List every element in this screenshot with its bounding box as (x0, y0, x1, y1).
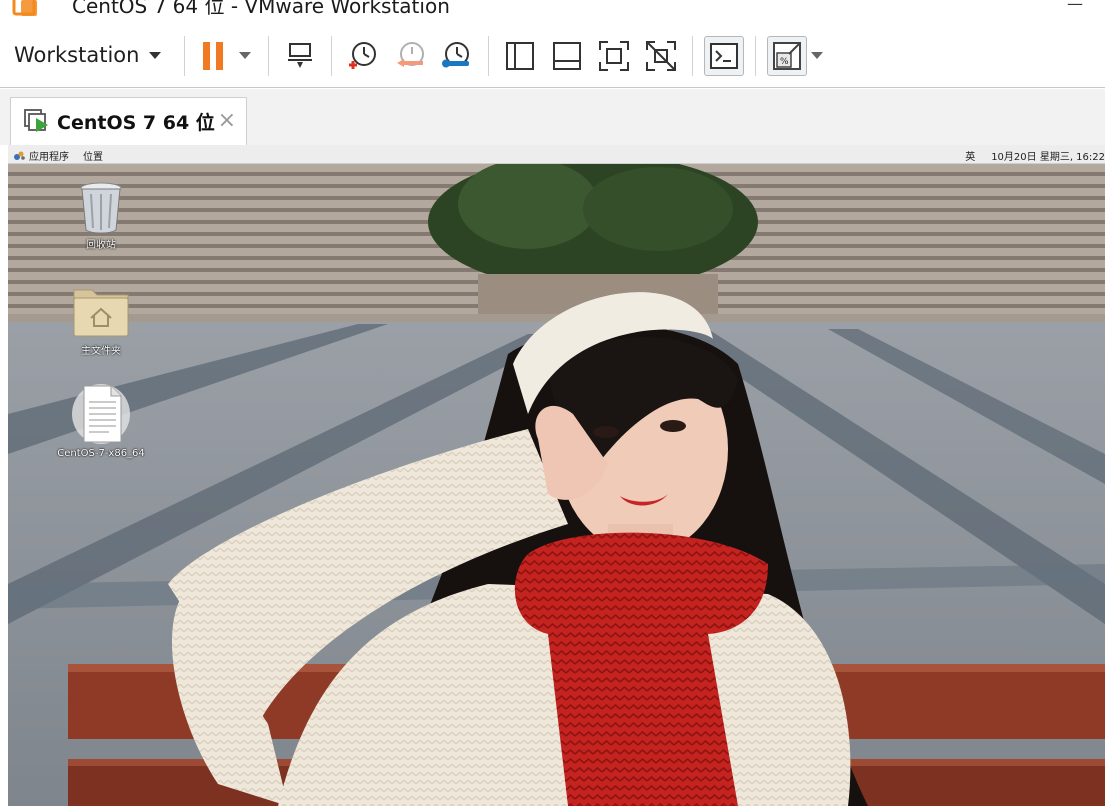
vmware-logo-icon (12, 0, 37, 16)
desktop-icon-document[interactable]: CentOS-7-x86_64 (56, 382, 146, 459)
full-screen-button[interactable] (594, 36, 634, 76)
desktop-icon-trash[interactable]: 回收站 (56, 180, 146, 251)
console-icon (710, 43, 738, 69)
send-ctrl-alt-del-button[interactable] (280, 36, 320, 76)
workstation-menu[interactable]: Workstation (14, 38, 162, 72)
pause-icon (203, 42, 223, 70)
input-method-indicator[interactable]: 英 (965, 148, 975, 163)
unity-button[interactable] (641, 36, 681, 76)
toolbar-divider (488, 36, 489, 76)
snapshot-revert-icon (397, 42, 424, 67)
library-panel-icon (506, 42, 534, 70)
revert-snapshot-button[interactable] (390, 36, 430, 76)
home-folder-icon (73, 289, 129, 337)
svg-text:%: % (780, 57, 789, 67)
send-keys-icon (288, 43, 312, 68)
chevron-down-icon (149, 51, 162, 59)
title-bar: CentOS 7 64 位 - VMware Workstation — (0, 0, 1105, 24)
toolbar-divider (755, 36, 756, 76)
toolbar-divider (184, 36, 185, 76)
snapshot-take-icon (349, 42, 376, 69)
desktop-icon-label: 回收站 (86, 240, 116, 251)
stretch-icon: % (773, 42, 801, 70)
applications-menu[interactable]: 应用程序 (14, 148, 69, 163)
window-title: CentOS 7 64 位 - VMware Workstation (72, 0, 450, 18)
toolbar: Workstation % (0, 24, 1105, 88)
tab-centos[interactable]: CentOS 7 64 位 × (10, 97, 247, 145)
tab-strip: CentOS 7 64 位 × (0, 89, 1105, 145)
desktop-icon-home[interactable]: 主文件夹 (56, 282, 146, 357)
snapshot-manager-icon (442, 42, 469, 68)
console-view-button[interactable] (704, 36, 744, 76)
running-vm-icon (24, 108, 48, 132)
toolbar-divider (331, 36, 332, 76)
guest-desktop[interactable]: 回收站 主文件夹 CentOS-7-x86_64 (8, 164, 1105, 806)
power-menu-caret[interactable] (239, 52, 251, 59)
take-snapshot-button[interactable] (342, 36, 382, 76)
clock[interactable]: 10月20日 星期三, 16:22 (991, 148, 1105, 163)
unity-icon (646, 41, 676, 71)
workstation-menu-label: Workstation (14, 43, 140, 67)
show-thumbnail-bar-button[interactable] (547, 36, 587, 76)
toolbar-divider (692, 36, 693, 76)
desktop-icon-label: 主文件夹 (81, 346, 121, 357)
applications-label: 应用程序 (29, 152, 69, 163)
toolbar-divider (268, 36, 269, 76)
suspend-button[interactable] (194, 36, 234, 76)
show-library-button[interactable] (500, 36, 540, 76)
trash-icon (80, 182, 122, 234)
guest-top-panel: 应用程序 位置 英 10月20日 星期三, 16:22 (8, 145, 1105, 164)
desktop-icon-label: CentOS-7-x86_64 (57, 448, 145, 459)
wallpaper-photo (8, 164, 1105, 806)
thumbnail-bar-icon (553, 42, 581, 70)
snapshot-manager-button[interactable] (437, 36, 477, 76)
stretch-guest-button[interactable]: % (767, 36, 807, 76)
document-icon (72, 384, 130, 444)
gnome-foot-icon (14, 151, 25, 160)
minimize-button[interactable]: — (1067, 0, 1083, 13)
full-screen-icon (599, 41, 629, 71)
stretch-menu-caret[interactable] (811, 52, 823, 59)
close-tab-button[interactable]: × (218, 110, 236, 132)
places-menu[interactable]: 位置 (83, 148, 103, 163)
tab-label: CentOS 7 64 位 (57, 112, 215, 134)
